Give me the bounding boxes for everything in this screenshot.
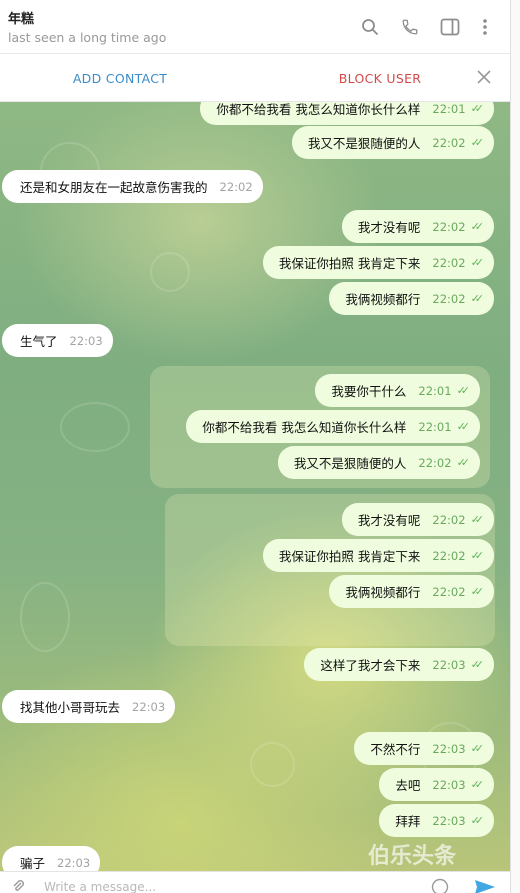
message-outgoing[interactable]: 我俩视频都行 22:02 ✓✓ [329, 282, 494, 315]
double-check-icon: ✓✓ [470, 658, 485, 671]
emoji-icon[interactable] [431, 878, 449, 893]
wallpaper-doodle [250, 742, 295, 787]
wallpaper-doodle [150, 252, 190, 292]
phone-icon[interactable] [398, 15, 422, 39]
double-check-icon: ✓✓ [470, 742, 485, 755]
double-check-icon: ✓✓ [456, 456, 471, 469]
message-outgoing[interactable]: 我才没有呢 22:02 ✓✓ [341, 210, 494, 243]
wallpaper-doodle [20, 582, 70, 652]
message-outgoing[interactable]: 我保证你拍照 我肯定下来 22:02 ✓✓ [262, 539, 494, 572]
message-outgoing[interactable]: 拜拜 22:03 ✓✓ [379, 804, 494, 837]
double-check-icon: ✓✓ [470, 256, 485, 269]
search-icon[interactable] [358, 15, 382, 39]
message-outgoing[interactable]: 你都不给我看 我怎么知道你长什么样 22:01 ✓✓ [200, 102, 494, 125]
message-outgoing[interactable]: 我俩视频都行 22:02 ✓✓ [329, 575, 494, 608]
sidebar-toggle-icon[interactable] [438, 15, 462, 39]
message-outgoing[interactable]: 去吧 22:03 ✓✓ [379, 768, 494, 801]
double-check-icon: ✓✓ [470, 513, 485, 526]
message-input[interactable]: Write a message... [44, 880, 156, 893]
double-check-icon: ✓✓ [470, 549, 485, 562]
contact-action-bar: ADD CONTACT BLOCK USER [0, 54, 510, 102]
message-incoming[interactable]: 找其他小哥哥玩去 22:03 [2, 690, 176, 723]
close-icon[interactable] [474, 67, 494, 87]
add-contact-button[interactable]: ADD CONTACT [0, 71, 240, 86]
double-check-icon: ✓✓ [470, 585, 485, 598]
message-incoming[interactable]: 骗子 22:03 [2, 846, 101, 871]
paperclip-icon[interactable] [10, 878, 26, 893]
message-outgoing[interactable]: 我要你干什么 22:01 ✓✓ [315, 374, 480, 407]
message-outgoing[interactable]: 这样了我才会下来 22:03 ✓✓ [304, 648, 494, 681]
watermark: 伯乐头条 [368, 844, 457, 869]
message-outgoing[interactable]: 我才没有呢 22:02 ✓✓ [341, 503, 494, 536]
block-user-button[interactable]: BLOCK USER [300, 71, 460, 86]
background-window-edge [510, 0, 520, 893]
message-outgoing[interactable]: 不然不行 22:03 ✓✓ [354, 732, 494, 765]
send-icon[interactable] [474, 879, 496, 893]
double-check-icon: ✓✓ [470, 220, 485, 233]
message-outgoing[interactable]: 我保证你拍照 我肯定下来 22:02 ✓✓ [262, 246, 494, 279]
double-check-icon: ✓✓ [456, 384, 471, 397]
message-incoming[interactable]: 还是和女朋友在一起故意伤害我的 22:02 [2, 170, 263, 203]
double-check-icon: ✓✓ [456, 420, 471, 433]
message-outgoing[interactable]: 你都不给我看 我怎么知道你长什么样 22:01 ✓✓ [186, 410, 480, 443]
more-vertical-icon[interactable] [473, 15, 497, 39]
chat-header: 年糕 last seen a long time ago [0, 0, 510, 54]
last-seen-status: last seen a long time ago [8, 30, 167, 45]
message-incoming[interactable]: 生气了 22:03 [2, 324, 113, 357]
double-check-icon: ✓✓ [470, 778, 485, 791]
double-check-icon: ✓✓ [470, 292, 485, 305]
double-check-icon: ✓✓ [470, 814, 485, 827]
message-outgoing[interactable]: 我又不是狠随便的人 22:02 ✓✓ [291, 126, 494, 159]
message-list[interactable]: 你都不给我看 我怎么知道你长什么样 22:01 ✓✓ 我又不是狠随便的人 22:02 ✓… [0, 102, 510, 871]
wallpaper-doodle [60, 402, 130, 452]
chat-title[interactable]: 年糕 [8, 8, 34, 27]
message-composer: Write a message... [0, 871, 510, 893]
message-outgoing[interactable]: 我又不是狠随便的人 22:02 ✓✓ [277, 446, 480, 479]
double-check-icon: ✓✓ [470, 102, 485, 115]
double-check-icon: ✓✓ [470, 136, 485, 149]
